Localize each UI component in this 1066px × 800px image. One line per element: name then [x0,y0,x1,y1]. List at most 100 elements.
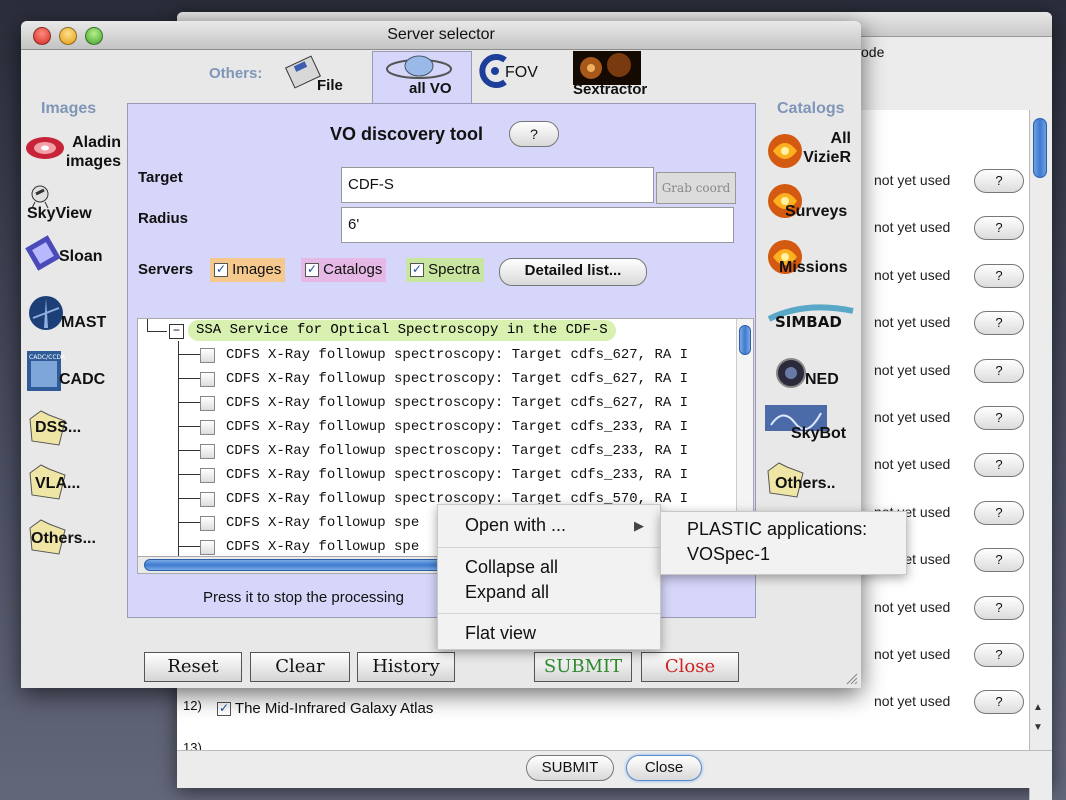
images-checkbox[interactable]: ✓ Images [210,258,286,282]
background-scrollbar[interactable] [1029,110,1052,800]
close-button[interactable]: Close [641,652,739,682]
plastic-submenu: PLASTIC applications: VOSpec-1 [660,511,907,575]
tab-label-sextractor: Sextractor [573,81,648,98]
sidebar-item-dss[interactable]: DSS... [25,407,125,451]
tab-file[interactable]: File [279,51,359,101]
row-12[interactable]: ✓ The Mid-Infrared Galaxy Atlas [217,700,433,717]
tree-row[interactable]: CDFS X-Ray followup spectroscopy: Target… [138,391,736,415]
resize-grip-icon[interactable] [844,671,858,685]
row-help-button[interactable]: ? [974,169,1024,193]
catalogs-checkbox[interactable]: ✓ Catalogs [301,258,387,282]
tree-row-checkbox[interactable] [200,372,215,387]
history-button[interactable]: History [357,652,455,682]
submit-button[interactable]: SUBMIT [534,652,632,682]
row-help-button[interactable]: ? [974,595,1024,620]
detailed-list-button[interactable]: Detailed list... [499,258,647,286]
tree-scroll-thumb[interactable] [739,325,751,355]
row-help-button[interactable]: ? [974,690,1024,715]
spectra-checkbox-label: Spectra [428,261,480,278]
sidebar-label-sloan: Sloan [59,248,103,265]
menu-item-open-with[interactable]: Open with ... [465,515,566,536]
sidebar-item-vla[interactable]: VLA... [25,461,125,505]
sidebar-label-dss: DSS... [35,419,82,436]
tree-root-line [147,319,148,331]
tree-row-checkbox[interactable] [200,516,215,531]
radius-input[interactable]: 6' [341,207,734,243]
sidebar-item-catalog-others[interactable]: Others.. [765,459,861,503]
row-help-button[interactable]: ? [974,500,1024,525]
help-button[interactable]: ? [509,121,559,147]
clear-button[interactable]: Clear [250,652,350,682]
background-submit-button[interactable]: SUBMIT [526,755,614,781]
submenu-item-vospec[interactable]: VOSpec-1 [687,544,770,565]
tab-sextractor[interactable]: Sextractor [571,51,675,101]
sidebar-item-others[interactable]: Others... [25,516,125,560]
tree-branch [178,378,200,379]
sidebar-item-cadc[interactable]: CADC/CCDA CADC [25,349,125,393]
row-help-button[interactable]: ? [974,643,1024,667]
sidebar-label-skyview: SkyView [27,205,92,222]
tree-row-checkbox[interactable] [200,540,215,555]
tree-row-checkbox[interactable] [200,348,215,363]
sidebar-item-ned[interactable]: NED [775,357,861,391]
sidebar-item-aladin[interactable]: Aladin images [25,129,125,175]
scroll-up-arrow-icon[interactable]: ▲ [1033,702,1043,713]
target-label: Target [138,169,183,186]
spectra-checkbox[interactable]: ✓ Spectra [406,258,484,282]
tree-branch [178,426,200,427]
row-help-button[interactable]: ? [974,263,1024,288]
sidebar-label-mast: MAST [61,314,107,331]
tree-branch [178,522,200,523]
sidebar-item-skyview[interactable]: SkyView [25,185,125,222]
target-input[interactable]: CDF-S [341,167,654,203]
tree-row-checkbox[interactable] [200,492,215,507]
background-close-button[interactable]: Close [626,755,702,781]
collapse-toggle-icon[interactable]: − [169,324,184,339]
tree-row-checkbox[interactable] [200,420,215,435]
tree-row[interactable]: CDFS X-Ray followup spectroscopy: Target… [138,415,736,439]
grab-coord-button[interactable]: Grab coord [656,172,736,204]
row-status: not yet used [874,219,951,236]
row-help-button[interactable]: ? [974,406,1024,430]
tree-row-checkbox[interactable] [200,468,215,483]
sidebar-item-simbad[interactable]: SIMBAD [765,297,861,337]
scroll-down-arrow-icon[interactable]: ▼ [1033,722,1043,733]
tree-row-label: CDFS X-Ray followup spectroscopy: Target… [226,347,689,363]
tree-row[interactable]: CDFS X-Ray followup spectroscopy: Target… [138,367,736,391]
progress-fill [144,559,446,571]
menu-item-expand-all[interactable]: Expand all [465,582,549,603]
tree-row-checkbox[interactable] [200,444,215,459]
sidebar-item-mast[interactable]: MAST [25,294,125,334]
tree-row[interactable]: CDFS X-Ray followup spectroscopy: Target… [138,463,736,487]
tab-label-fov: FOV [505,64,538,81]
row-help-button[interactable]: ? [974,216,1024,241]
tree-row[interactable]: CDFS X-Ray followup spectroscopy: Target… [138,439,736,463]
tab-fov[interactable]: FOV [479,54,555,94]
sidebar-item-all-vizier[interactable]: All VizieR [765,125,861,173]
tree-root-node[interactable]: SSA Service for Optical Spectroscopy in … [188,320,616,341]
sidebar-item-sloan[interactable]: Sloan [25,235,125,275]
menu-item-flat-view[interactable]: Flat view [465,623,536,644]
mast-icon [29,296,63,330]
tree-row-checkbox[interactable] [200,396,215,411]
menu-item-collapse-all[interactable]: Collapse all [465,557,558,578]
row-help-button[interactable]: ? [974,311,1024,336]
sidebar-item-surveys[interactable]: Surveys [765,181,861,225]
background-scroll-thumb[interactable] [1033,118,1047,178]
row-help-button[interactable]: ? [974,453,1024,478]
sextractor-icon [573,51,641,85]
sidebar-item-skybot[interactable]: SkyBot [765,405,861,449]
tree-row-label: CDFS X-Ray followup spectroscopy: Target… [226,467,689,483]
tab-all-vo[interactable]: all VO [372,51,472,104]
sidebar-item-missions[interactable]: Missions [765,237,861,281]
row-status: not yet used [874,693,951,710]
row-help-button[interactable]: ? [974,358,1024,383]
reset-button[interactable]: Reset [144,652,242,682]
sidebar-label-vla: VLA... [35,475,81,492]
row-help-button[interactable]: ? [974,548,1024,573]
status-text: Press it to stop the processing [203,589,404,606]
tree-branch [178,354,200,355]
window-titlebar[interactable]: Server selector [21,21,861,50]
row-12-checkbox[interactable]: ✓ [217,702,231,717]
tree-row[interactable]: CDFS X-Ray followup spectroscopy: Target… [138,343,736,367]
